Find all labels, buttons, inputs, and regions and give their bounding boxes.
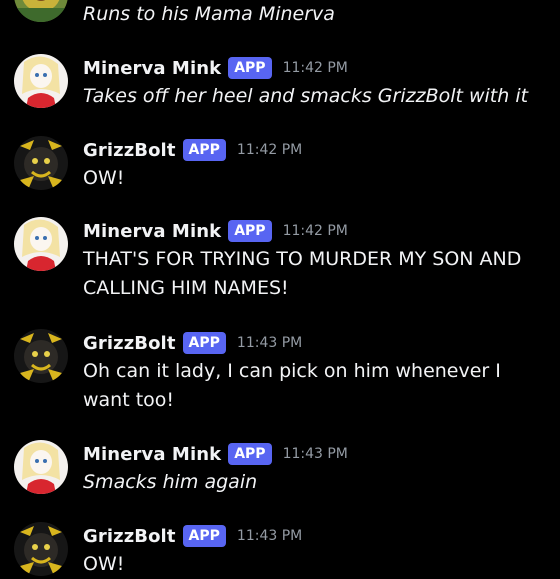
grizzbolt-avatar[interactable] <box>14 329 68 383</box>
message-text: OW! <box>83 167 125 189</box>
sunflower-avatar[interactable] <box>14 0 68 22</box>
grizzbolt-avatar[interactable] <box>14 136 68 190</box>
message-header: GrizzBolt APP 11:43 PM <box>83 522 302 550</box>
message-header: Minerva Mink APP 11:43 PM <box>83 440 348 468</box>
message-text: Runs to his Mama Minerva <box>83 3 335 25</box>
message-text: Smacks him again <box>83 471 258 493</box>
grizzbolt-avatar[interactable] <box>14 522 68 576</box>
message-header: GrizzBolt APP 11:43 PM <box>83 329 302 357</box>
message-timestamp[interactable]: 11:42 PM <box>237 142 302 158</box>
message-text: OW! <box>83 553 125 575</box>
author-name[interactable]: Minerva Mink <box>83 58 221 79</box>
app-badge: APP <box>228 443 272 465</box>
message-timestamp[interactable]: 11:43 PM <box>237 528 302 544</box>
message-text: THAT'S FOR TRYING TO MURDER MY SON AND C… <box>83 248 522 299</box>
author-name[interactable]: GrizzBolt <box>83 140 176 161</box>
message-header: Minerva Mink APP 11:42 PM <box>83 217 348 245</box>
message-timestamp[interactable]: 11:42 PM <box>283 223 348 239</box>
app-badge: APP <box>182 332 226 354</box>
message-header: GrizzBolt APP 11:42 PM <box>83 136 302 164</box>
chat-message-list: Runs to his Mama Minerva Minerva Mink AP… <box>0 0 560 576</box>
message-header: Minerva Mink APP 11:42 PM <box>83 54 348 82</box>
message-timestamp[interactable]: 11:43 PM <box>237 335 302 351</box>
message-text: Takes off her heel and smacks GrizzBolt … <box>83 85 529 107</box>
message-timestamp[interactable]: 11:43 PM <box>283 446 348 462</box>
minerva-avatar[interactable] <box>14 217 68 271</box>
app-badge: APP <box>182 139 226 161</box>
app-badge: APP <box>228 57 272 79</box>
minerva-avatar[interactable] <box>14 54 68 108</box>
author-name[interactable]: GrizzBolt <box>83 333 176 354</box>
app-badge: APP <box>182 525 226 547</box>
app-badge: APP <box>228 220 272 242</box>
author-name[interactable]: GrizzBolt <box>83 526 176 547</box>
author-name[interactable]: Minerva Mink <box>83 444 221 465</box>
minerva-avatar[interactable] <box>14 440 68 494</box>
message-text: Oh can it lady, I can pick on him whenev… <box>83 360 501 411</box>
author-name[interactable]: Minerva Mink <box>83 221 221 242</box>
message-timestamp[interactable]: 11:42 PM <box>283 60 348 76</box>
